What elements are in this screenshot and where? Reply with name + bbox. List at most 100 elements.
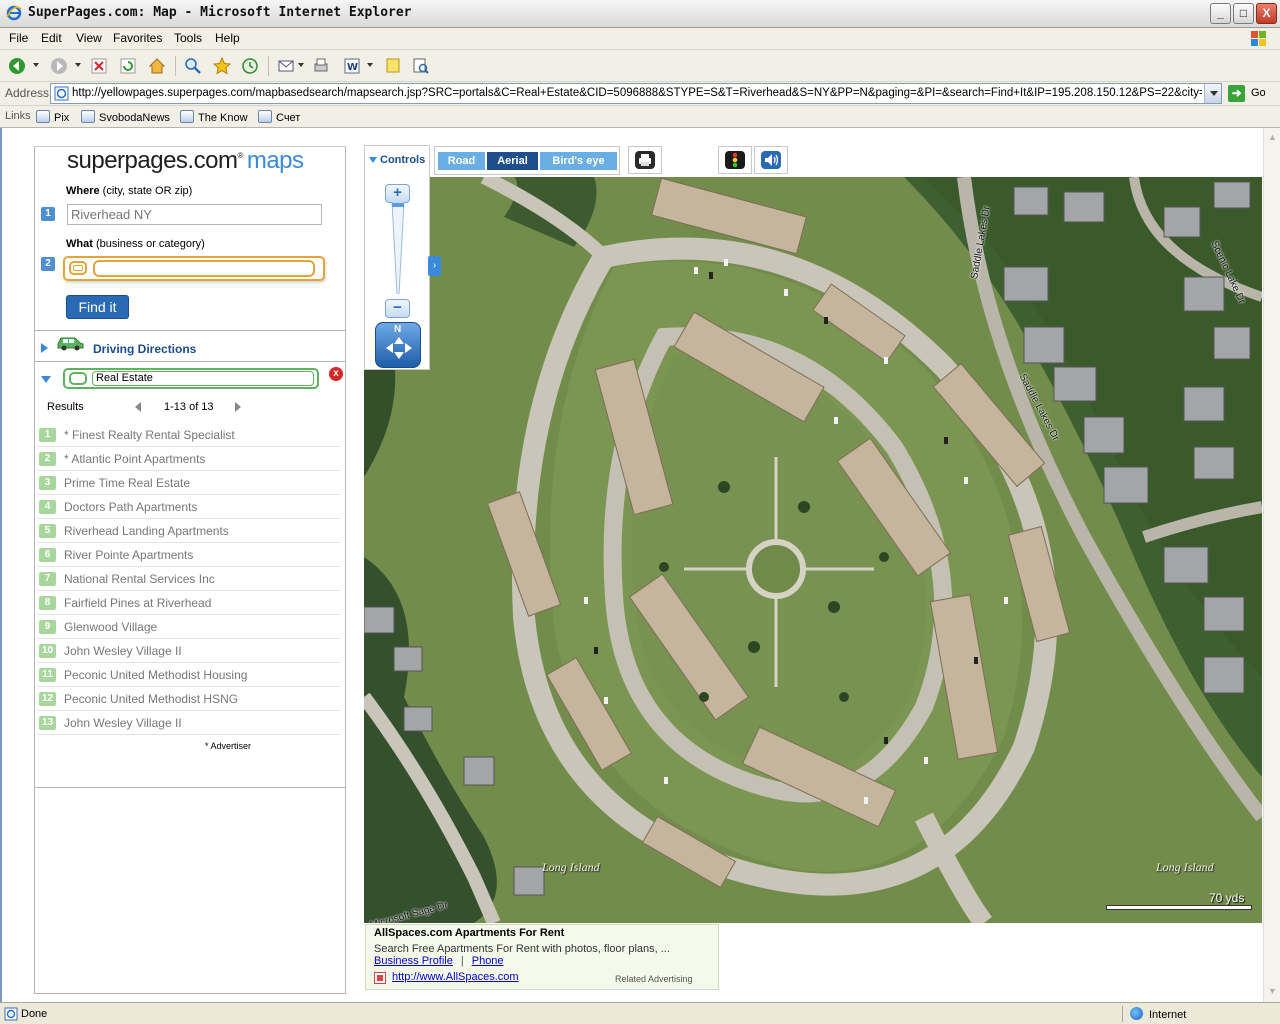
controls-tab[interactable]: Controls bbox=[364, 145, 430, 174]
address-url[interactable]: http://yellowpages.superpages.com/mapbas… bbox=[72, 87, 1202, 99]
close-window-button[interactable]: X bbox=[1256, 3, 1277, 24]
list-item[interactable]: 12 Peconic United Methodist HSNG bbox=[37, 687, 341, 711]
zoom-out-button[interactable]: − bbox=[385, 299, 410, 318]
forward-dropdown-icon[interactable] bbox=[75, 63, 81, 67]
menu-tools[interactable]: Tools bbox=[174, 31, 202, 45]
aerial-map[interactable]: Long Island Long Island Saddle Lakes Dr … bbox=[364, 177, 1262, 923]
home-icon[interactable] bbox=[147, 56, 167, 76]
result-name[interactable]: Peconic United Methodist Housing bbox=[64, 668, 247, 682]
find-it-button[interactable]: Find it bbox=[66, 295, 129, 319]
print-map-button[interactable] bbox=[628, 146, 662, 174]
result-name[interactable]: * Atlantic Point Apartments bbox=[64, 452, 205, 466]
list-item[interactable]: 13 John Wesley Village II bbox=[37, 711, 341, 735]
ad-url-link[interactable]: http://www.AllSpaces.com bbox=[392, 971, 519, 983]
where-input[interactable] bbox=[67, 204, 322, 225]
list-item[interactable]: 2 * Atlantic Point Apartments bbox=[37, 447, 341, 471]
car-icon bbox=[57, 337, 84, 351]
link-the-know[interactable]: The Know bbox=[180, 110, 248, 124]
result-name[interactable]: John Wesley Village II bbox=[64, 644, 182, 658]
expand-directions-icon[interactable] bbox=[41, 343, 48, 353]
edit-dropdown-icon[interactable] bbox=[367, 63, 373, 67]
list-item[interactable]: 5 Riverhead Landing Apartments bbox=[37, 519, 341, 543]
result-name[interactable]: * Finest Realty Rental Specialist bbox=[64, 428, 235, 442]
go-button[interactable]: ➜ Go bbox=[1228, 84, 1276, 104]
superpages-logo[interactable]: superpages.com® maps bbox=[67, 147, 304, 175]
what-input-wrapper bbox=[63, 256, 325, 281]
aerial-mode-button[interactable]: Aerial bbox=[487, 152, 538, 170]
menu-file[interactable]: File bbox=[9, 31, 28, 45]
forward-icon[interactable] bbox=[49, 56, 69, 76]
link-page-icon bbox=[180, 110, 194, 123]
scroll-up-icon[interactable]: ▲ bbox=[1265, 130, 1280, 145]
address-input[interactable]: http://yellowpages.superpages.com/mapbas… bbox=[50, 83, 1222, 104]
audio-directions-button[interactable] bbox=[754, 146, 788, 174]
menu-view[interactable]: View bbox=[76, 31, 102, 45]
compass-pan-control[interactable]: N bbox=[375, 322, 421, 368]
link-pix[interactable]: Pix bbox=[36, 110, 69, 124]
link-svobodanews[interactable]: SvobodaNews bbox=[81, 110, 170, 124]
result-name[interactable]: Prime Time Real Estate bbox=[64, 476, 190, 490]
collapse-category-icon[interactable] bbox=[41, 376, 51, 383]
zoom-in-button[interactable]: + bbox=[385, 184, 410, 203]
result-name[interactable]: River Pointe Apartments bbox=[64, 548, 193, 562]
result-name[interactable]: John Wesley Village II bbox=[64, 716, 182, 730]
address-label: Address bbox=[5, 86, 50, 100]
history-icon[interactable] bbox=[240, 56, 260, 76]
minimize-button[interactable]: _ bbox=[1210, 3, 1231, 24]
list-item[interactable]: 6 River Pointe Apartments bbox=[37, 543, 341, 567]
expand-panel-button[interactable]: › bbox=[428, 256, 441, 276]
link-label: The Know bbox=[198, 112, 248, 124]
result-name[interactable]: National Rental Services Inc bbox=[64, 572, 215, 586]
back-icon[interactable] bbox=[7, 56, 27, 76]
scroll-down-icon[interactable]: ▼ bbox=[1265, 984, 1280, 999]
list-item[interactable]: 10 John Wesley Village II bbox=[37, 639, 341, 663]
search-icon[interactable] bbox=[183, 56, 203, 76]
phone-link[interactable]: Phone bbox=[472, 955, 504, 967]
long-island-label: Long Island bbox=[542, 860, 600, 874]
refresh-icon[interactable] bbox=[118, 56, 138, 76]
remove-category-icon[interactable]: x bbox=[329, 367, 343, 381]
vertical-scrollbar[interactable]: ▲ ▼ bbox=[1263, 128, 1280, 1002]
birds-eye-mode-button[interactable]: Bird's eye bbox=[540, 152, 617, 170]
result-name[interactable]: Fairfield Pines at Riverhead bbox=[64, 596, 211, 610]
list-item[interactable]: 8 Fairfield Pines at Riverhead bbox=[37, 591, 341, 615]
what-input[interactable] bbox=[93, 260, 315, 277]
list-item[interactable]: 9 Glenwood Village bbox=[37, 615, 341, 639]
category-pill[interactable]: Real Estate bbox=[63, 368, 319, 389]
list-item[interactable]: 4 Doctors Path Apartments bbox=[37, 495, 341, 519]
menu-help[interactable]: Help bbox=[215, 31, 240, 45]
divider bbox=[35, 787, 345, 788]
list-item[interactable]: 1 * Finest Realty Rental Specialist bbox=[37, 423, 341, 447]
prev-page-icon[interactable] bbox=[135, 402, 141, 412]
result-name[interactable]: Doctors Path Apartments bbox=[64, 500, 197, 514]
print-icon[interactable] bbox=[311, 56, 331, 76]
mail-icon[interactable] bbox=[276, 56, 296, 76]
discuss-note-icon[interactable] bbox=[383, 56, 403, 76]
result-name[interactable]: Riverhead Landing Apartments bbox=[64, 524, 229, 538]
road-mode-button[interactable]: Road bbox=[438, 152, 485, 170]
result-name[interactable]: Peconic United Methodist HSNG bbox=[64, 692, 238, 706]
zoom-slider[interactable] bbox=[391, 202, 405, 294]
business-profile-link[interactable]: Business Profile bbox=[374, 955, 453, 967]
link-schet[interactable]: Счет bbox=[258, 110, 300, 124]
mail-dropdown-icon[interactable] bbox=[298, 63, 304, 67]
stop-icon[interactable] bbox=[89, 56, 109, 76]
next-page-icon[interactable] bbox=[235, 402, 241, 412]
back-dropdown-icon[interactable] bbox=[33, 63, 39, 67]
category-tag-icon bbox=[69, 372, 87, 385]
research-icon[interactable] bbox=[411, 56, 431, 76]
address-dropdown-icon[interactable] bbox=[1204, 84, 1221, 103]
list-item[interactable]: 11 Peconic United Methodist Housing bbox=[37, 663, 341, 687]
list-item[interactable]: 3 Prime Time Real Estate bbox=[37, 471, 341, 495]
edit-word-icon[interactable]: W bbox=[342, 56, 362, 76]
ad-title[interactable]: AllSpaces.com Apartments For Rent bbox=[374, 927, 564, 939]
traffic-button[interactable] bbox=[718, 146, 752, 174]
favorites-star-icon[interactable] bbox=[212, 56, 232, 76]
maximize-button[interactable]: □ bbox=[1233, 3, 1254, 24]
list-item[interactable]: 7 National Rental Services Inc bbox=[37, 567, 341, 591]
menu-edit[interactable]: Edit bbox=[41, 31, 62, 45]
pan-arrows-icon bbox=[386, 337, 412, 359]
menu-favorites[interactable]: Favorites bbox=[113, 31, 162, 45]
result-name[interactable]: Glenwood Village bbox=[64, 620, 157, 634]
driving-directions-link[interactable]: Driving Directions bbox=[93, 342, 196, 356]
